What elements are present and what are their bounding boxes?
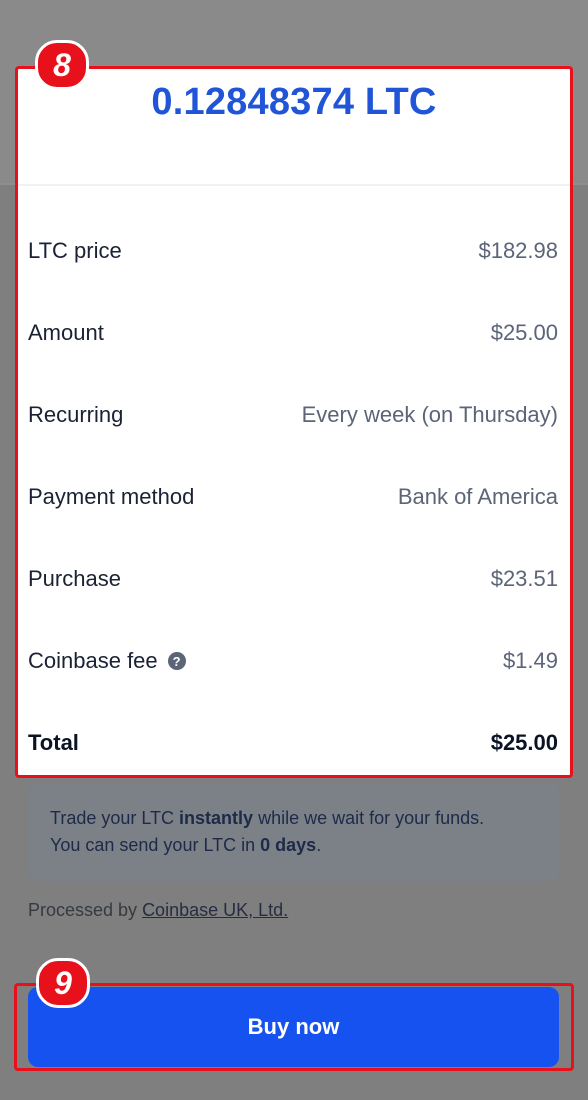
step-badge: 9 (36, 958, 90, 1008)
row-coinbase-fee: Coinbase fee ? $1.49 (28, 641, 558, 681)
row-label: Coinbase fee (28, 648, 158, 673)
buy-now-button[interactable]: Buy now (28, 987, 559, 1067)
row-label: Total (28, 730, 79, 755)
row-label: Purchase (28, 566, 121, 591)
row-purchase: Purchase $23.51 (28, 559, 558, 599)
row-label: LTC price (28, 238, 122, 263)
row-label: Recurring (28, 402, 124, 427)
instant-trade-info: Trade your LTC instantly while we wait f… (28, 783, 559, 881)
row-total: Total $25.00 (28, 723, 558, 763)
info-text: . (316, 835, 322, 855)
row-label: Amount (28, 320, 104, 345)
processor-link[interactable]: Coinbase UK, Ltd. (142, 900, 288, 920)
info-text: You can send your LTC in (50, 835, 261, 855)
row-label: Payment method (28, 484, 195, 509)
row-payment-method: Payment method Bank of America (28, 477, 558, 517)
row-value: $182.98 (478, 238, 558, 263)
row-amount: Amount $25.00 (28, 313, 558, 353)
info-text: Trade your LTC (50, 808, 180, 828)
row-value: Every week (on Thursday) (301, 402, 558, 427)
crypto-amount: 0.12848374 LTC (151, 81, 437, 123)
step-badge: 8 (35, 40, 89, 90)
card-divider (18, 184, 570, 186)
info-line-2: You can send your LTC in 0 days. (50, 832, 537, 859)
row-value: Bank of America (397, 484, 558, 509)
row-value: $23.51 (490, 566, 558, 591)
help-icon[interactable]: ? (167, 652, 186, 670)
info-text: while we wait for your funds. (253, 808, 485, 828)
row-value: $25.00 (490, 320, 558, 345)
info-emphasis: instantly (179, 808, 254, 828)
row-recurring: Recurring Every week (on Thursday) (28, 395, 558, 435)
processed-prefix: Processed by (28, 900, 143, 920)
row-value: $25.00 (490, 730, 558, 755)
row-value: $1.49 (502, 648, 558, 673)
info-line-1: Trade your LTC instantly while we wait f… (50, 805, 537, 832)
order-summary-card: 0.12848374 LTC LTC price $182.98 Amount … (15, 66, 573, 778)
processed-by: Processed by Coinbase UK, Ltd. (28, 900, 288, 921)
row-label-wrap: Coinbase fee ? (28, 648, 186, 674)
row-ltc-price: LTC price $182.98 (28, 231, 558, 271)
info-emphasis: 0 days (260, 835, 317, 855)
